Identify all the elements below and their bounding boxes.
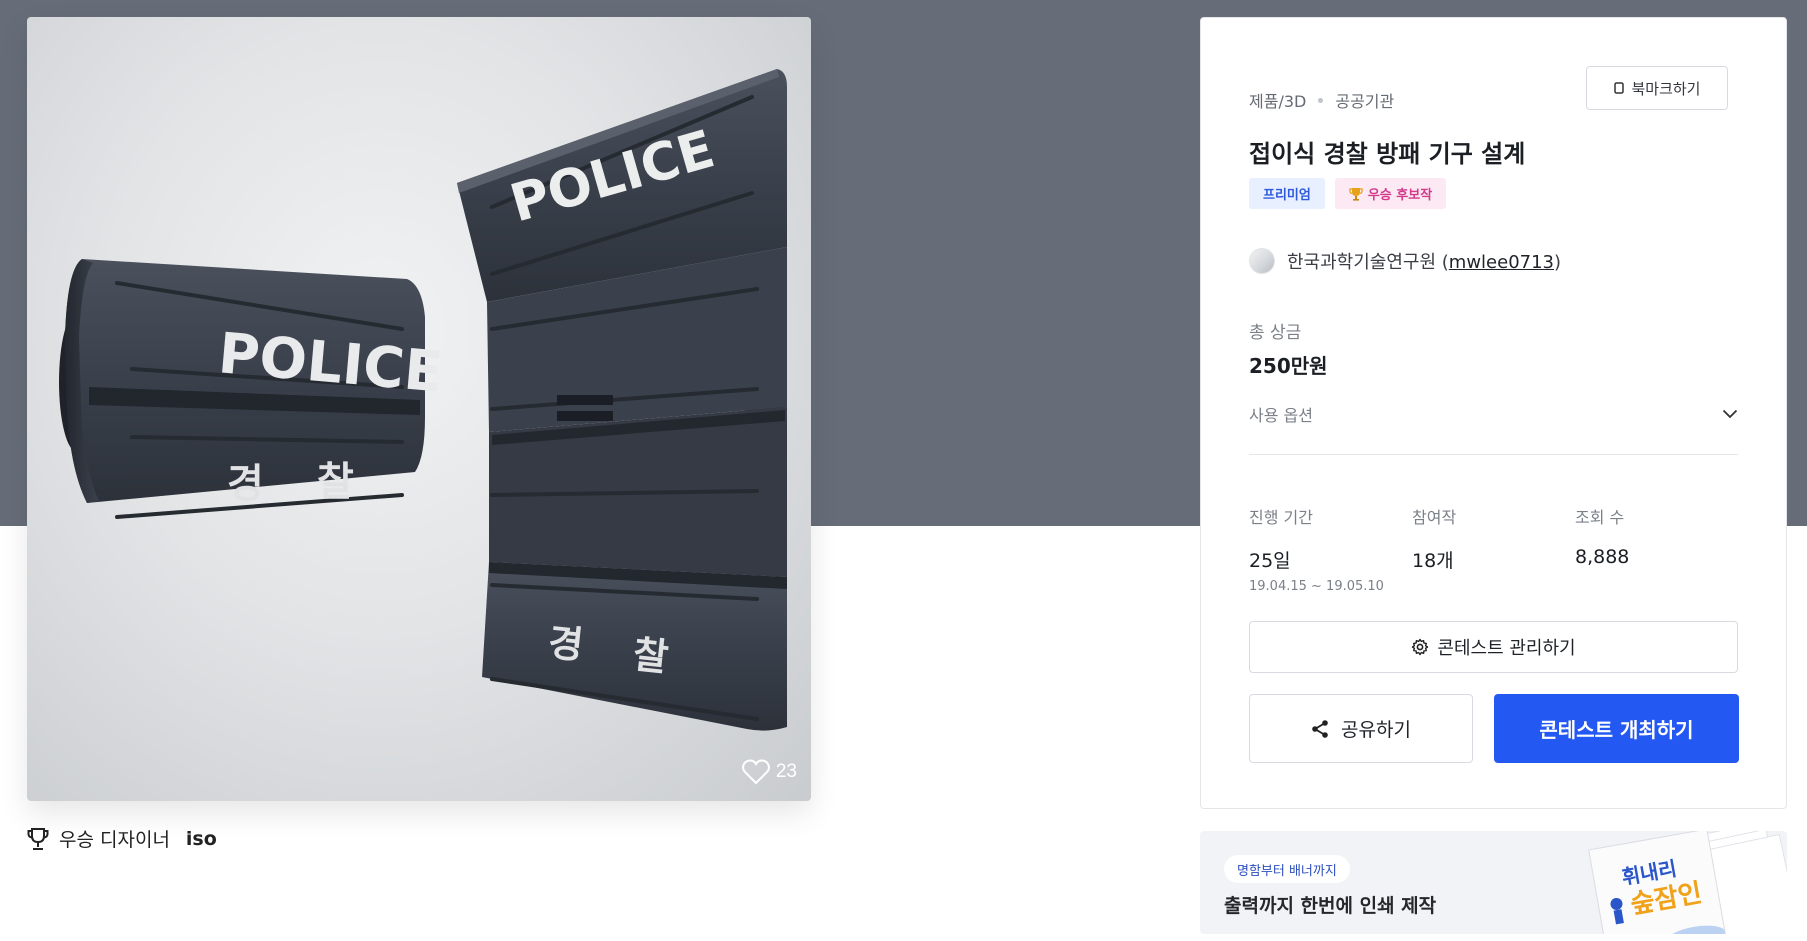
printed-poster-illustration: 휘내리 숲잠인 — [1588, 831, 1787, 934]
unfolded-shield: POLICE 경 찰 — [457, 69, 787, 731]
category-link[interactable]: 제품/3D — [1249, 88, 1306, 112]
subcategory-link[interactable]: 공공기관 — [1335, 88, 1394, 112]
stat-entries-label: 참여작 — [1412, 508, 1457, 527]
ad-tag: 명함부터 배너까지 — [1224, 855, 1350, 883]
svg-text:찰: 찰 — [317, 459, 354, 505]
share-icon — [1312, 719, 1328, 738]
heart-icon — [741, 759, 770, 785]
police-shield-render: POLICE 경 찰 POLICE 경 찰 — [59, 69, 787, 731]
like-button[interactable]: 23 — [741, 759, 797, 785]
contest-stats: 진행 기간 25일 19.04.15 ~ 19.05.10 참여작 18개 조회… — [1249, 504, 1738, 594]
premium-badge-label: 프리미엄 — [1263, 188, 1311, 203]
usage-option-dropdown[interactable]: 사용 옵션 — [1249, 392, 1738, 436]
ad-title: 출력까지 한번에 인쇄 제작 — [1224, 895, 1437, 917]
contest-info-card: 제품/3D 공공기관 북마크하기 접이식 경찰 방패 기구 설계 프리미엄 우승… — [1200, 17, 1787, 809]
trophy-icon — [1349, 187, 1363, 201]
contest-main-image[interactable]: POLICE 경 찰 POLICE 경 찰 23 — [27, 17, 811, 801]
stat-views-label: 조회 수 — [1575, 508, 1625, 527]
host-contest-button[interactable]: 콘테스트 개최하기 — [1494, 694, 1739, 763]
prize-value: 250만원 — [1249, 354, 1328, 378]
stat-views: 조회 수 8,888 — [1575, 504, 1738, 594]
stat-period-value: 25일 — [1249, 550, 1291, 572]
share-label: 공유하기 — [1341, 719, 1411, 741]
stat-period-label: 진행 기간 — [1249, 508, 1313, 527]
contest-title: 접이식 경찰 방패 기구 설계 — [1249, 140, 1526, 168]
winner-name[interactable]: iso — [186, 828, 217, 850]
manage-contest-button[interactable]: 콘테스트 관리하기 — [1249, 621, 1738, 673]
prize-label: 총 상금 — [1249, 323, 1302, 343]
finalist-badge: 우승 후보작 — [1334, 178, 1447, 209]
stat-views-value: 8,888 — [1575, 546, 1630, 568]
trophy-icon — [27, 827, 49, 850]
manage-contest-label: 콘테스트 관리하기 — [1437, 638, 1576, 659]
stat-period-range: 19.04.15 ~ 19.05.10 — [1249, 579, 1384, 594]
usage-option-label: 사용 옵션 — [1249, 406, 1313, 425]
share-button[interactable]: 공유하기 — [1249, 694, 1473, 763]
gear-icon — [1412, 638, 1429, 656]
winner-label: 우승 디자이너 — [59, 829, 170, 851]
divider — [1249, 454, 1738, 455]
host-name: 한국과학기술연구원 — [1287, 252, 1437, 273]
svg-text:찰: 찰 — [631, 632, 670, 679]
stat-entries-value: 18개 — [1412, 550, 1454, 572]
svg-text:경: 경 — [227, 461, 264, 507]
finalist-badge-label: 우승 후보작 — [1367, 188, 1433, 203]
like-count: 23 — [775, 761, 797, 782]
folded-shield: POLICE 경 찰 — [59, 259, 445, 519]
stat-entries: 참여작 18개 — [1412, 504, 1575, 594]
host-avatar[interactable] — [1249, 248, 1275, 274]
bookmark-button[interactable]: 북마크하기 — [1586, 66, 1728, 110]
stat-period: 진행 기간 25일 19.04.15 ~ 19.05.10 — [1249, 504, 1412, 594]
bookmark-label: 북마크하기 — [1631, 79, 1701, 98]
svg-text:경: 경 — [546, 620, 585, 667]
separator-dot — [1318, 97, 1324, 103]
winner-designer: 우승 디자이너 iso — [27, 825, 217, 852]
premium-badge: 프리미엄 — [1249, 178, 1325, 209]
chevron-down-icon — [1722, 409, 1738, 419]
host-info: 한국과학기술연구원 (mwlee0713) — [1249, 248, 1738, 274]
host-id-link[interactable]: mwlee0713 — [1449, 252, 1554, 273]
bookmark-icon — [1614, 82, 1625, 94]
print-ad-banner[interactable]: 명함부터 배너까지 출력까지 한번에 인쇄 제작 휘내리 숲잠인 — [1200, 831, 1787, 934]
badge-group: 프리미엄 우승 후보작 — [1249, 178, 1738, 209]
